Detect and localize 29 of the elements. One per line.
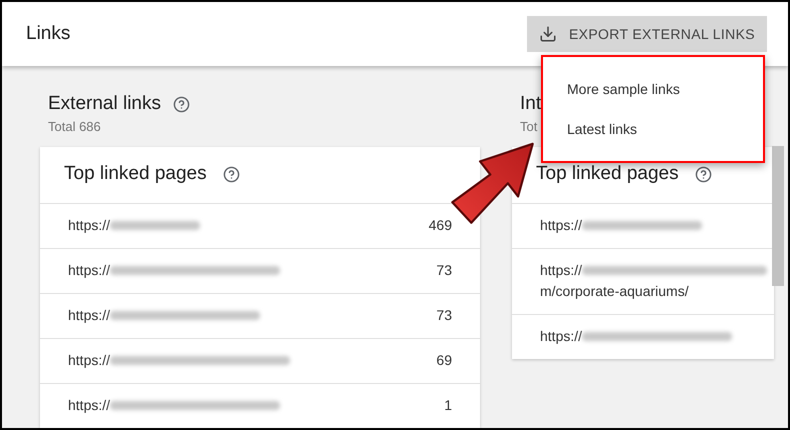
link-url[interactable]: https://: [68, 350, 110, 371]
link-url[interactable]: https://: [540, 260, 582, 281]
export-button[interactable]: EXPORT EXTERNAL LINKS: [526, 16, 767, 52]
total-count: Tot: [519, 118, 538, 134]
scrollbar[interactable]: [772, 146, 784, 286]
link-count: 73: [436, 261, 452, 280]
help-icon[interactable]: [694, 166, 712, 183]
link-count: 69: [436, 351, 452, 370]
menu-item[interactable]: More sample links: [543, 69, 763, 109]
link-url[interactable]: https://: [540, 215, 582, 236]
total-count: Total 686: [47, 118, 101, 134]
page-title: Links: [26, 22, 70, 46]
section-title: External links: [48, 92, 161, 116]
menu-item[interactable]: Latest links: [543, 109, 763, 149]
link-url[interactable]: https://: [68, 395, 110, 416]
section-title: Int: [520, 92, 542, 116]
card-title: Top linked pages: [64, 162, 207, 186]
download-icon: [538, 25, 557, 43]
link-count: 469: [428, 216, 452, 235]
link-url[interactable]: https://: [68, 305, 110, 326]
link-count: 1: [444, 396, 452, 415]
link-count: 73: [436, 306, 452, 325]
link-url[interactable]: https://: [68, 260, 110, 281]
link-url[interactable]: https://: [540, 326, 582, 347]
card-title: Top linked pages: [536, 162, 679, 186]
link-url[interactable]: https://: [68, 215, 110, 236]
help-icon[interactable]: [222, 166, 240, 183]
link-url[interactable]: m/corporate-aquariums/: [540, 281, 768, 302]
help-icon[interactable]: [173, 96, 190, 113]
